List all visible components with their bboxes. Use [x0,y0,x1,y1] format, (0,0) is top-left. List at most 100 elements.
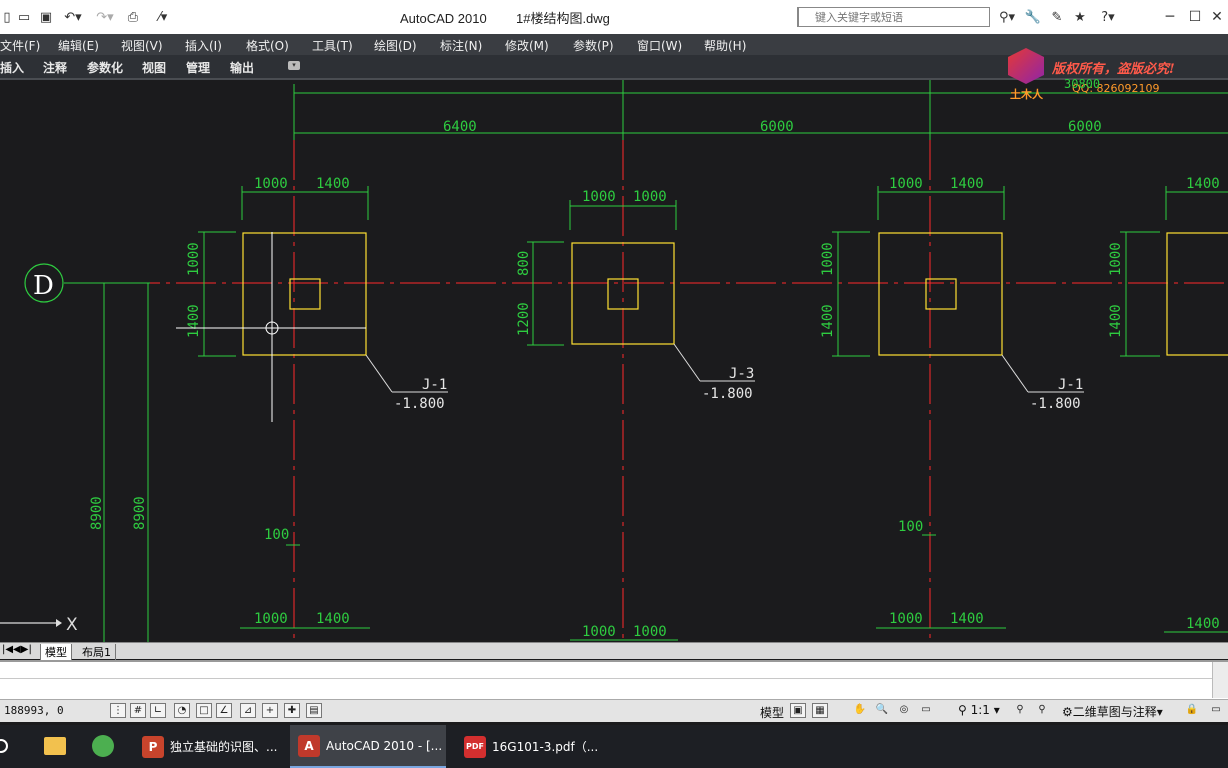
footing-j1-b[interactable]: 1000 1400 1000 1400 J-1 -1.800 [820,176,1084,412]
ducs-icon[interactable]: ⊿ [240,703,256,718]
print-icon[interactable]: ⎙ [122,8,144,26]
favorites-icon[interactable]: ★ [1070,8,1090,26]
tab-model[interactable]: 模型 [40,644,72,661]
layout-tabbar: |◀◀▶| 模型 布局1 [0,642,1228,661]
undo-icon[interactable]: ↶▾ [58,8,88,26]
new-file-icon[interactable]: ▯ [0,8,14,26]
footing-j3[interactable]: 1000 1000 800 1200 J-3 -1.800 [516,189,755,402]
tab-layout1[interactable]: 布局1 [78,644,116,660]
footing-dim-text: 1200 [516,302,532,336]
footing-j1-a[interactable]: 1000 1400 1000 1400 J-1 -1.800 [186,176,448,412]
menu-window[interactable]: 窗口(W) [637,37,682,54]
ribbon-toggle-icon[interactable]: ▾ [288,61,300,70]
otrack-icon[interactable]: ∠ [216,703,232,718]
menu-draw[interactable]: 绘图(D) [374,37,417,54]
command-scrollbar[interactable] [1212,662,1228,698]
lock-icon[interactable]: 🔒 [1184,703,1200,718]
drawing-canvas[interactable]: .g { stroke:#2ecc40; stroke-width:1; fil… [0,48,1228,642]
layout-view-icon[interactable]: ▣ [790,703,806,718]
tab-nav-first-icon[interactable]: |◀◀▶| [2,644,32,655]
redo-icon[interactable]: ↷▾ [90,8,120,26]
menu-edit[interactable]: 编辑(E) [58,37,99,54]
ribbon-tab-view[interactable]: 视图 [142,59,166,76]
menu-format[interactable]: 格式(O) [246,37,289,54]
menu-help[interactable]: 帮助(H) [704,37,746,54]
file-name: 1#楼结构图.dwg [515,11,610,26]
vert-dim-text: 8900 [132,496,148,530]
bay-dim-text: 6000 [1068,119,1102,135]
footing-elev: -1.800 [702,386,753,402]
small-dim-text: 100 [264,527,289,543]
ribbon-tab-manage[interactable]: 管理 [186,59,210,76]
menu-modify[interactable]: 修改(M) [505,37,549,54]
qp-icon[interactable]: ▤ [306,703,322,718]
menu-tools[interactable]: 工具(T) [312,37,353,54]
zoom-icon[interactable]: 🔍 [874,703,890,718]
clean-screen-icon[interactable]: ▭ [1208,703,1224,718]
bottom-dim-text: 1000 [633,624,667,640]
autocad-icon: A [298,734,320,757]
command-line[interactable] [0,660,1228,700]
save-icon[interactable]: ▣ [36,8,56,26]
grid-icon[interactable]: # [130,703,146,718]
bottom-dim-text: 1400 [316,611,350,627]
footing-partial[interactable]: 1400 1000 1400 [1108,176,1228,357]
taskbar-item[interactable]: P 独立基础的识图、... [130,725,280,768]
ribbon-tab-parametric[interactable]: 参数化 [87,59,123,76]
match-properties-icon[interactable]: ⁄▾ [146,8,180,26]
bottom-dim-text: 1000 [889,611,923,627]
annotation-visibility-icon[interactable]: ⚲ [1012,703,1028,718]
footing-dim-text: 1400 [950,176,984,192]
menu-view[interactable]: 视图(V) [121,37,163,54]
pan-icon[interactable]: ✋ [852,703,868,718]
workspace-switcher[interactable]: ⚙二维草图与注释▾ [1062,703,1163,720]
footing-tag: J-3 [729,366,754,382]
model-space-label[interactable]: 模型 [760,704,784,721]
ortho-icon[interactable]: ∟ [150,703,166,718]
close-button[interactable]: ✕ [1206,6,1228,28]
footing-dim-text: 1000 [1108,242,1124,276]
ribbon-tab-insert[interactable]: 插入 [0,59,24,76]
os-taskbar: P 独立基础的识图、... A AutoCAD 2010 - [... PDF … [0,725,1228,768]
taskbar-item[interactable]: PDF 16G101-3.pdf（... [452,725,612,768]
osnap-icon[interactable]: □ [196,703,212,718]
binoculars-icon[interactable]: ⚲▾ [994,8,1020,26]
window-title: AutoCAD 2010 1#楼结构图.dwg [400,8,610,27]
polar-icon[interactable]: ◔ [174,703,190,718]
menu-dimension[interactable]: 标注(N) [440,37,482,54]
file-explorer-icon[interactable] [44,737,66,755]
search-input[interactable] [813,8,987,26]
taskbar-item-label: 独立基础的识图、... [170,740,278,754]
snap-icon[interactable]: ⋮ [110,703,126,718]
menu-file[interactable]: 文件(F) [0,37,40,54]
title-bar: ▯ ▭ ▣ ↶▾ ↷▾ ⎙ ⁄▾ AutoCAD 2010 1#楼结构图.dwg… [0,0,1228,35]
annotation-scale[interactable]: ⚲ 1:1 ▾ [958,703,1000,717]
ribbon-tab-annotate[interactable]: 注释 [43,59,67,76]
communication-icon[interactable]: ✎ [1046,8,1068,26]
open-file-icon[interactable]: ▭ [14,8,34,26]
ribbon-tab-output[interactable]: 输出 [230,59,254,76]
menu-parametric[interactable]: 参数(P) [573,37,614,54]
steering-wheel-icon[interactable]: ◎ [896,703,912,718]
search-icon[interactable] [0,739,8,753]
status-bar: 188993, 0 ⋮ # ∟ ◔ □ ∠ ⊿ + ✚ ▤ 模型 ▣ ▦ ✋ 🔍… [0,699,1228,722]
ucs-label: X [66,615,78,635]
auto-scale-icon[interactable]: ⚲ [1034,703,1050,718]
browser-icon[interactable] [92,735,114,757]
lineweight-icon[interactable]: ✚ [284,703,300,718]
coordinate-readout: 188993, 0 [4,704,64,717]
menu-insert[interactable]: 插入(I) [185,37,222,54]
taskbar-item[interactable]: A AutoCAD 2010 - [... [290,725,446,768]
footing-tag: J-1 [1058,377,1083,393]
maximize-button[interactable]: ☐ [1184,6,1206,28]
showmotion-icon[interactable]: ▭ [918,703,934,718]
command-divider [0,678,1228,679]
workspace-label: 二维草图与注释 [1072,705,1157,719]
subscription-icon[interactable]: 🔧 [1022,8,1044,26]
search-box[interactable] [798,7,990,27]
bottom-dim-text: 1000 [582,624,616,640]
dyn-icon[interactable]: + [262,703,278,718]
help-icon[interactable]: ?▾ [1092,8,1124,26]
quick-view-icon[interactable]: ▦ [812,703,828,718]
footing-elev: -1.800 [1030,396,1081,412]
